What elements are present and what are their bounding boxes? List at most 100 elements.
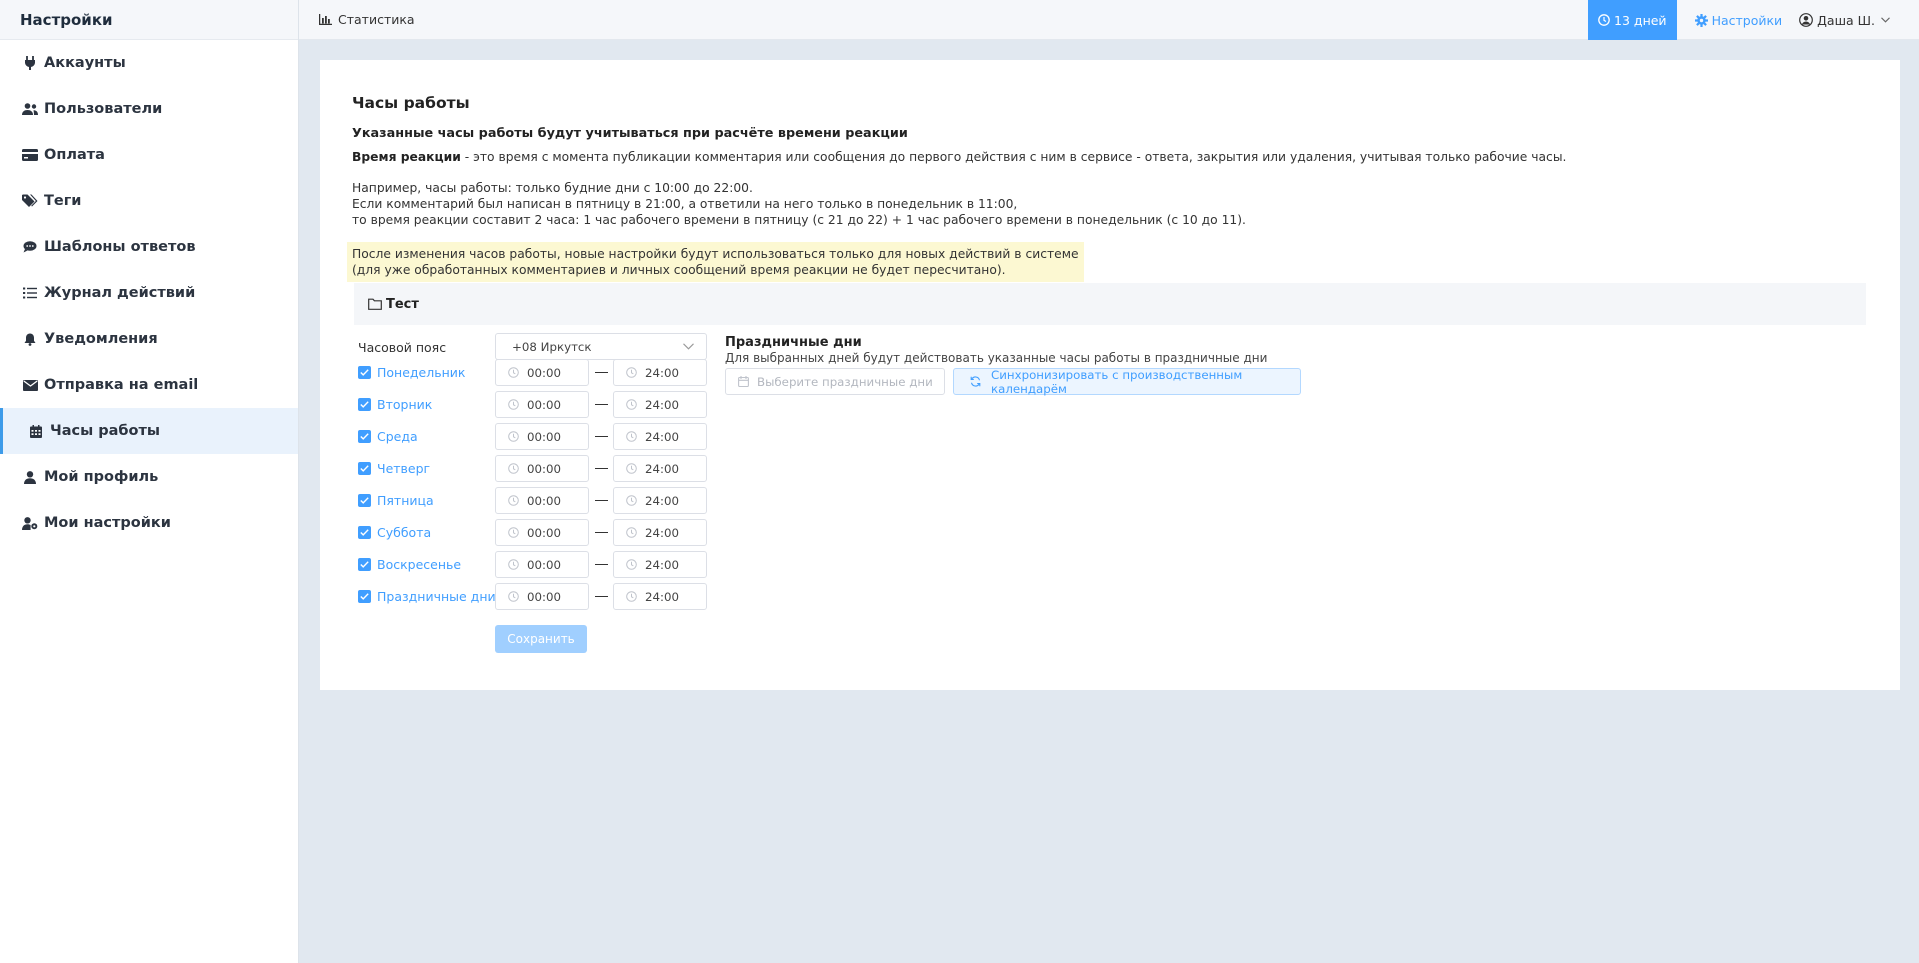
sidebar-item-tags[interactable]: Теги xyxy=(0,178,298,224)
checkbox-checked-icon xyxy=(358,462,371,475)
day-checkbox[interactable]: Четверг xyxy=(358,455,430,482)
time-from-value: 00:00 xyxy=(527,397,561,412)
time-from-input[interactable]: 00:00 xyxy=(495,391,589,418)
time-to-input[interactable]: 24:00 xyxy=(613,423,707,450)
clock-icon xyxy=(508,591,527,602)
reaction-time-definition: Время реакции - это время с момента публ… xyxy=(352,150,1566,164)
time-to-value: 24:00 xyxy=(645,365,679,380)
time-to-input[interactable]: 24:00 xyxy=(613,551,707,578)
statistics-link[interactable]: Статистика xyxy=(319,12,415,27)
sidebar-item-working-hours[interactable]: Часы работы xyxy=(0,408,298,454)
time-to-value: 24:00 xyxy=(645,493,679,508)
gear-icon xyxy=(1694,13,1712,27)
day-checkbox[interactable]: Воскресенье xyxy=(358,551,461,578)
time-to-input[interactable]: 24:00 xyxy=(613,487,707,514)
sidebar-item-label: Журнал действий xyxy=(44,285,196,301)
sidebar-item-notifications[interactable]: Уведомления xyxy=(0,316,298,362)
time-from-input[interactable]: 00:00 xyxy=(495,455,589,482)
folder-icon xyxy=(368,298,386,310)
topbar: Статистика 13 дней Настройки Даша Ш. xyxy=(299,0,1919,40)
sync-label: Синхронизировать с производственным кале… xyxy=(991,367,1243,396)
holidays-placeholder: Выберите праздничные дни xyxy=(757,374,933,389)
timezone-label: Часовой пояс xyxy=(358,340,447,355)
day-checkbox[interactable]: Суббота xyxy=(358,519,431,546)
time-to-input[interactable]: 24:00 xyxy=(613,359,707,386)
clock-icon xyxy=(508,431,527,442)
user-circle-icon xyxy=(1799,13,1817,27)
holidays-title: Праздничные дни xyxy=(725,335,862,350)
credit-card-icon xyxy=(22,147,38,163)
time-to-value: 24:00 xyxy=(645,461,679,476)
sync-calendar-button[interactable]: Синхронизировать с производственным кале… xyxy=(953,367,1301,396)
refresh-icon xyxy=(970,376,991,387)
time-from-input[interactable]: 00:00 xyxy=(495,551,589,578)
time-from-input[interactable]: 00:00 xyxy=(495,519,589,546)
time-from-value: 00:00 xyxy=(527,461,561,476)
clock-icon xyxy=(626,559,645,570)
time-range-separator xyxy=(595,564,608,565)
settings-link[interactable]: Настройки xyxy=(1694,13,1782,28)
sidebar-item-templates[interactable]: Шаблоны ответов xyxy=(0,224,298,270)
time-to-input[interactable]: 24:00 xyxy=(613,583,707,610)
page-title: Часы работы xyxy=(352,94,470,112)
time-from-input[interactable]: 00:00 xyxy=(495,487,589,514)
time-to-input[interactable]: 24:00 xyxy=(613,455,707,482)
clock-icon xyxy=(626,527,645,538)
time-to-input[interactable]: 24:00 xyxy=(613,391,707,418)
sidebar-item-label: Уведомления xyxy=(44,331,158,347)
days-label: 13 дней xyxy=(1614,12,1667,28)
chevron-down-icon xyxy=(1881,17,1894,23)
day-checkbox[interactable]: Праздничные дни xyxy=(358,583,496,610)
envelope-icon xyxy=(22,377,38,393)
day-checkbox[interactable]: Среда xyxy=(358,423,418,450)
sidebar-item-my-profile[interactable]: Мой профиль xyxy=(0,454,298,500)
timezone-select[interactable]: +08 Иркутск xyxy=(495,333,707,360)
time-from-value: 00:00 xyxy=(527,365,561,380)
sidebar-item-label: Часы работы xyxy=(50,423,161,439)
day-label: Суббота xyxy=(377,525,432,540)
time-to-input[interactable]: 24:00 xyxy=(613,519,707,546)
user-menu[interactable]: Даша Ш. xyxy=(1799,13,1894,28)
main-card: Часы работы Указанные часы работы будут … xyxy=(320,60,1900,690)
sidebar-item-action-log[interactable]: Журнал действий xyxy=(0,270,298,316)
day-checkbox[interactable]: Пятница xyxy=(358,487,434,514)
sidebar-item-email[interactable]: Отправка на email xyxy=(0,362,298,408)
calendar-icon xyxy=(738,376,757,387)
time-from-input[interactable]: 00:00 xyxy=(495,359,589,386)
time-to-value: 24:00 xyxy=(645,589,679,604)
time-from-value: 00:00 xyxy=(527,493,561,508)
plug-icon xyxy=(22,55,38,71)
clock-icon xyxy=(508,367,527,378)
holidays-date-picker[interactable]: Выберите праздничные дни xyxy=(725,368,945,395)
day-label: Среда xyxy=(377,429,418,444)
tags-icon xyxy=(22,193,38,209)
sidebar-item-label: Отправка на email xyxy=(44,377,199,393)
clock-icon xyxy=(1598,14,1614,26)
day-checkbox[interactable]: Понедельник xyxy=(358,359,465,386)
sidebar-item-payment[interactable]: Оплата xyxy=(0,132,298,178)
user-name: Даша Ш. xyxy=(1817,12,1875,28)
clock-icon xyxy=(508,399,527,410)
subscription-days-button[interactable]: 13 дней xyxy=(1588,0,1677,40)
time-from-input[interactable]: 00:00 xyxy=(495,583,589,610)
topbar-right: 13 дней Настройки Даша Ш. xyxy=(1588,0,1919,40)
clock-icon xyxy=(626,367,645,378)
time-from-value: 00:00 xyxy=(527,429,561,444)
clock-icon xyxy=(508,463,527,474)
checkbox-checked-icon xyxy=(358,494,371,507)
day-checkbox[interactable]: Вторник xyxy=(358,391,432,418)
sidebar-item-label: Мой профиль xyxy=(44,469,159,485)
save-button[interactable]: Сохранить xyxy=(495,625,587,653)
warning-line: (для уже обработанных комментариев и лич… xyxy=(352,263,1006,277)
comments-icon xyxy=(22,239,38,255)
time-from-input[interactable]: 00:00 xyxy=(495,423,589,450)
sidebar-title: Настройки xyxy=(0,0,298,40)
sidebar-item-accounts[interactable]: Аккаунты xyxy=(0,40,298,86)
checkbox-checked-icon xyxy=(358,590,371,603)
sidebar-item-users[interactable]: Пользователи xyxy=(0,86,298,132)
example-text: Например, часы работы: только будние дни… xyxy=(352,180,1246,228)
time-to-value: 24:00 xyxy=(645,397,679,412)
clock-icon xyxy=(508,559,527,570)
sidebar-item-my-settings[interactable]: Мои настройки xyxy=(0,500,298,546)
group-header[interactable]: Тест xyxy=(354,283,1866,325)
